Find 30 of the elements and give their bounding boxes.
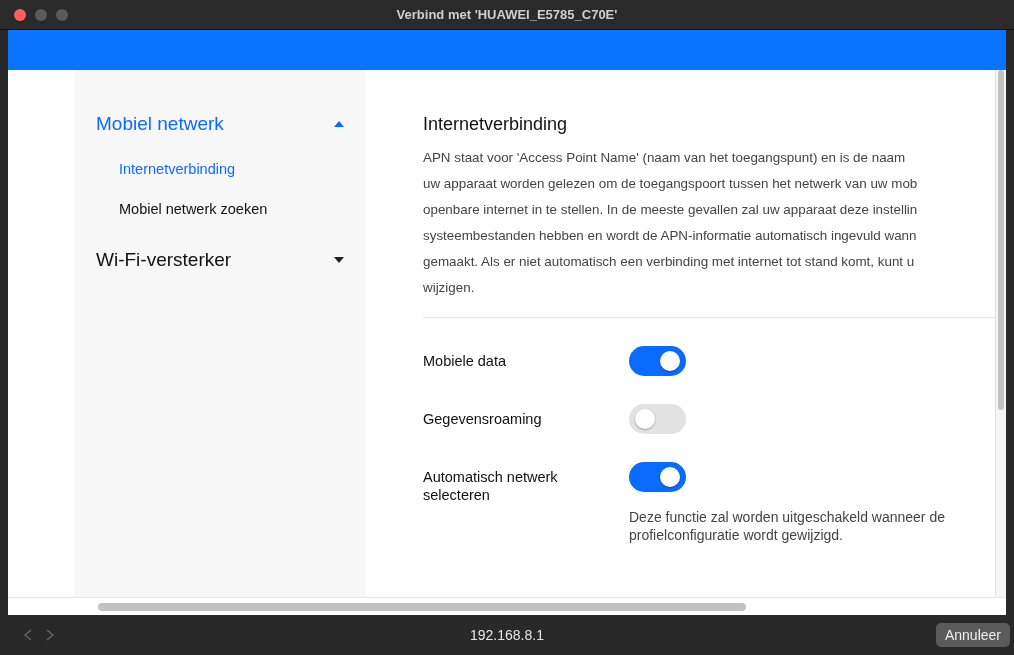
description-line: openbare internet in te stellen. In de meeste gevallen zal uw apparaat deze instellin	[423, 201, 918, 219]
setting-label: Automatisch netwerk selecteren	[423, 468, 559, 504]
vertical-scrollbar-thumb[interactable]	[998, 70, 1004, 410]
url-text: 192.168.8.1	[470, 627, 544, 643]
description-line: wijzigen.	[423, 279, 475, 297]
sidebar-item[interactable]: Internetverbinding	[119, 156, 236, 182]
toggle-switch[interactable]	[629, 346, 686, 376]
sidebar-group[interactable]: Wi-Fi-versterker	[74, 242, 366, 278]
section-title: Internetverbinding	[423, 114, 569, 135]
toggle-switch[interactable]	[629, 462, 686, 492]
description-line: gemaakt. Als er niet automatisch een verbinding met internet tot stand komt, kunt u	[423, 253, 915, 271]
description-line: uw apparaat worden gelezen om de toegangspoort tussen het netwerk van uw mob	[423, 175, 918, 193]
sidebar-group-label: Wi-Fi-versterker	[96, 249, 232, 271]
toggle-switch[interactable]	[629, 404, 686, 434]
setting-label: Mobiele data	[423, 352, 508, 370]
sidebar-group[interactable]: Mobiel netwerk	[74, 106, 366, 142]
sidebar-group-label: Mobiel netwerk	[96, 113, 224, 135]
zoom-window-button[interactable]	[56, 8, 68, 21]
cancel-button[interactable]: Annuleer	[935, 623, 1010, 647]
back-icon[interactable]	[24, 629, 32, 641]
close-window-button[interactable]	[14, 8, 26, 21]
setting-label: Gegevensroaming	[423, 410, 543, 428]
description-line: APN staat voor 'Access Point Name' (naam van het toegangspunt) en is de naam	[423, 149, 906, 167]
description-line: systeembestanden hebben en wordt de APN-informatie automatisch ingevuld wann	[423, 227, 917, 245]
window-title: Verbind met 'HUAWEI_E5785_C70E'	[396, 7, 618, 22]
sidebar-item[interactable]: Mobiel netwerk zoeken	[119, 196, 268, 222]
minimize-window-button[interactable]	[35, 8, 47, 21]
setting-note: Deze functie zal worden uitgeschakeld wanneer de profielconfiguratie wordt gewijzigd.	[629, 508, 946, 544]
forward-icon[interactable]	[46, 629, 54, 641]
horizontal-scrollbar-thumb[interactable]	[98, 603, 746, 611]
